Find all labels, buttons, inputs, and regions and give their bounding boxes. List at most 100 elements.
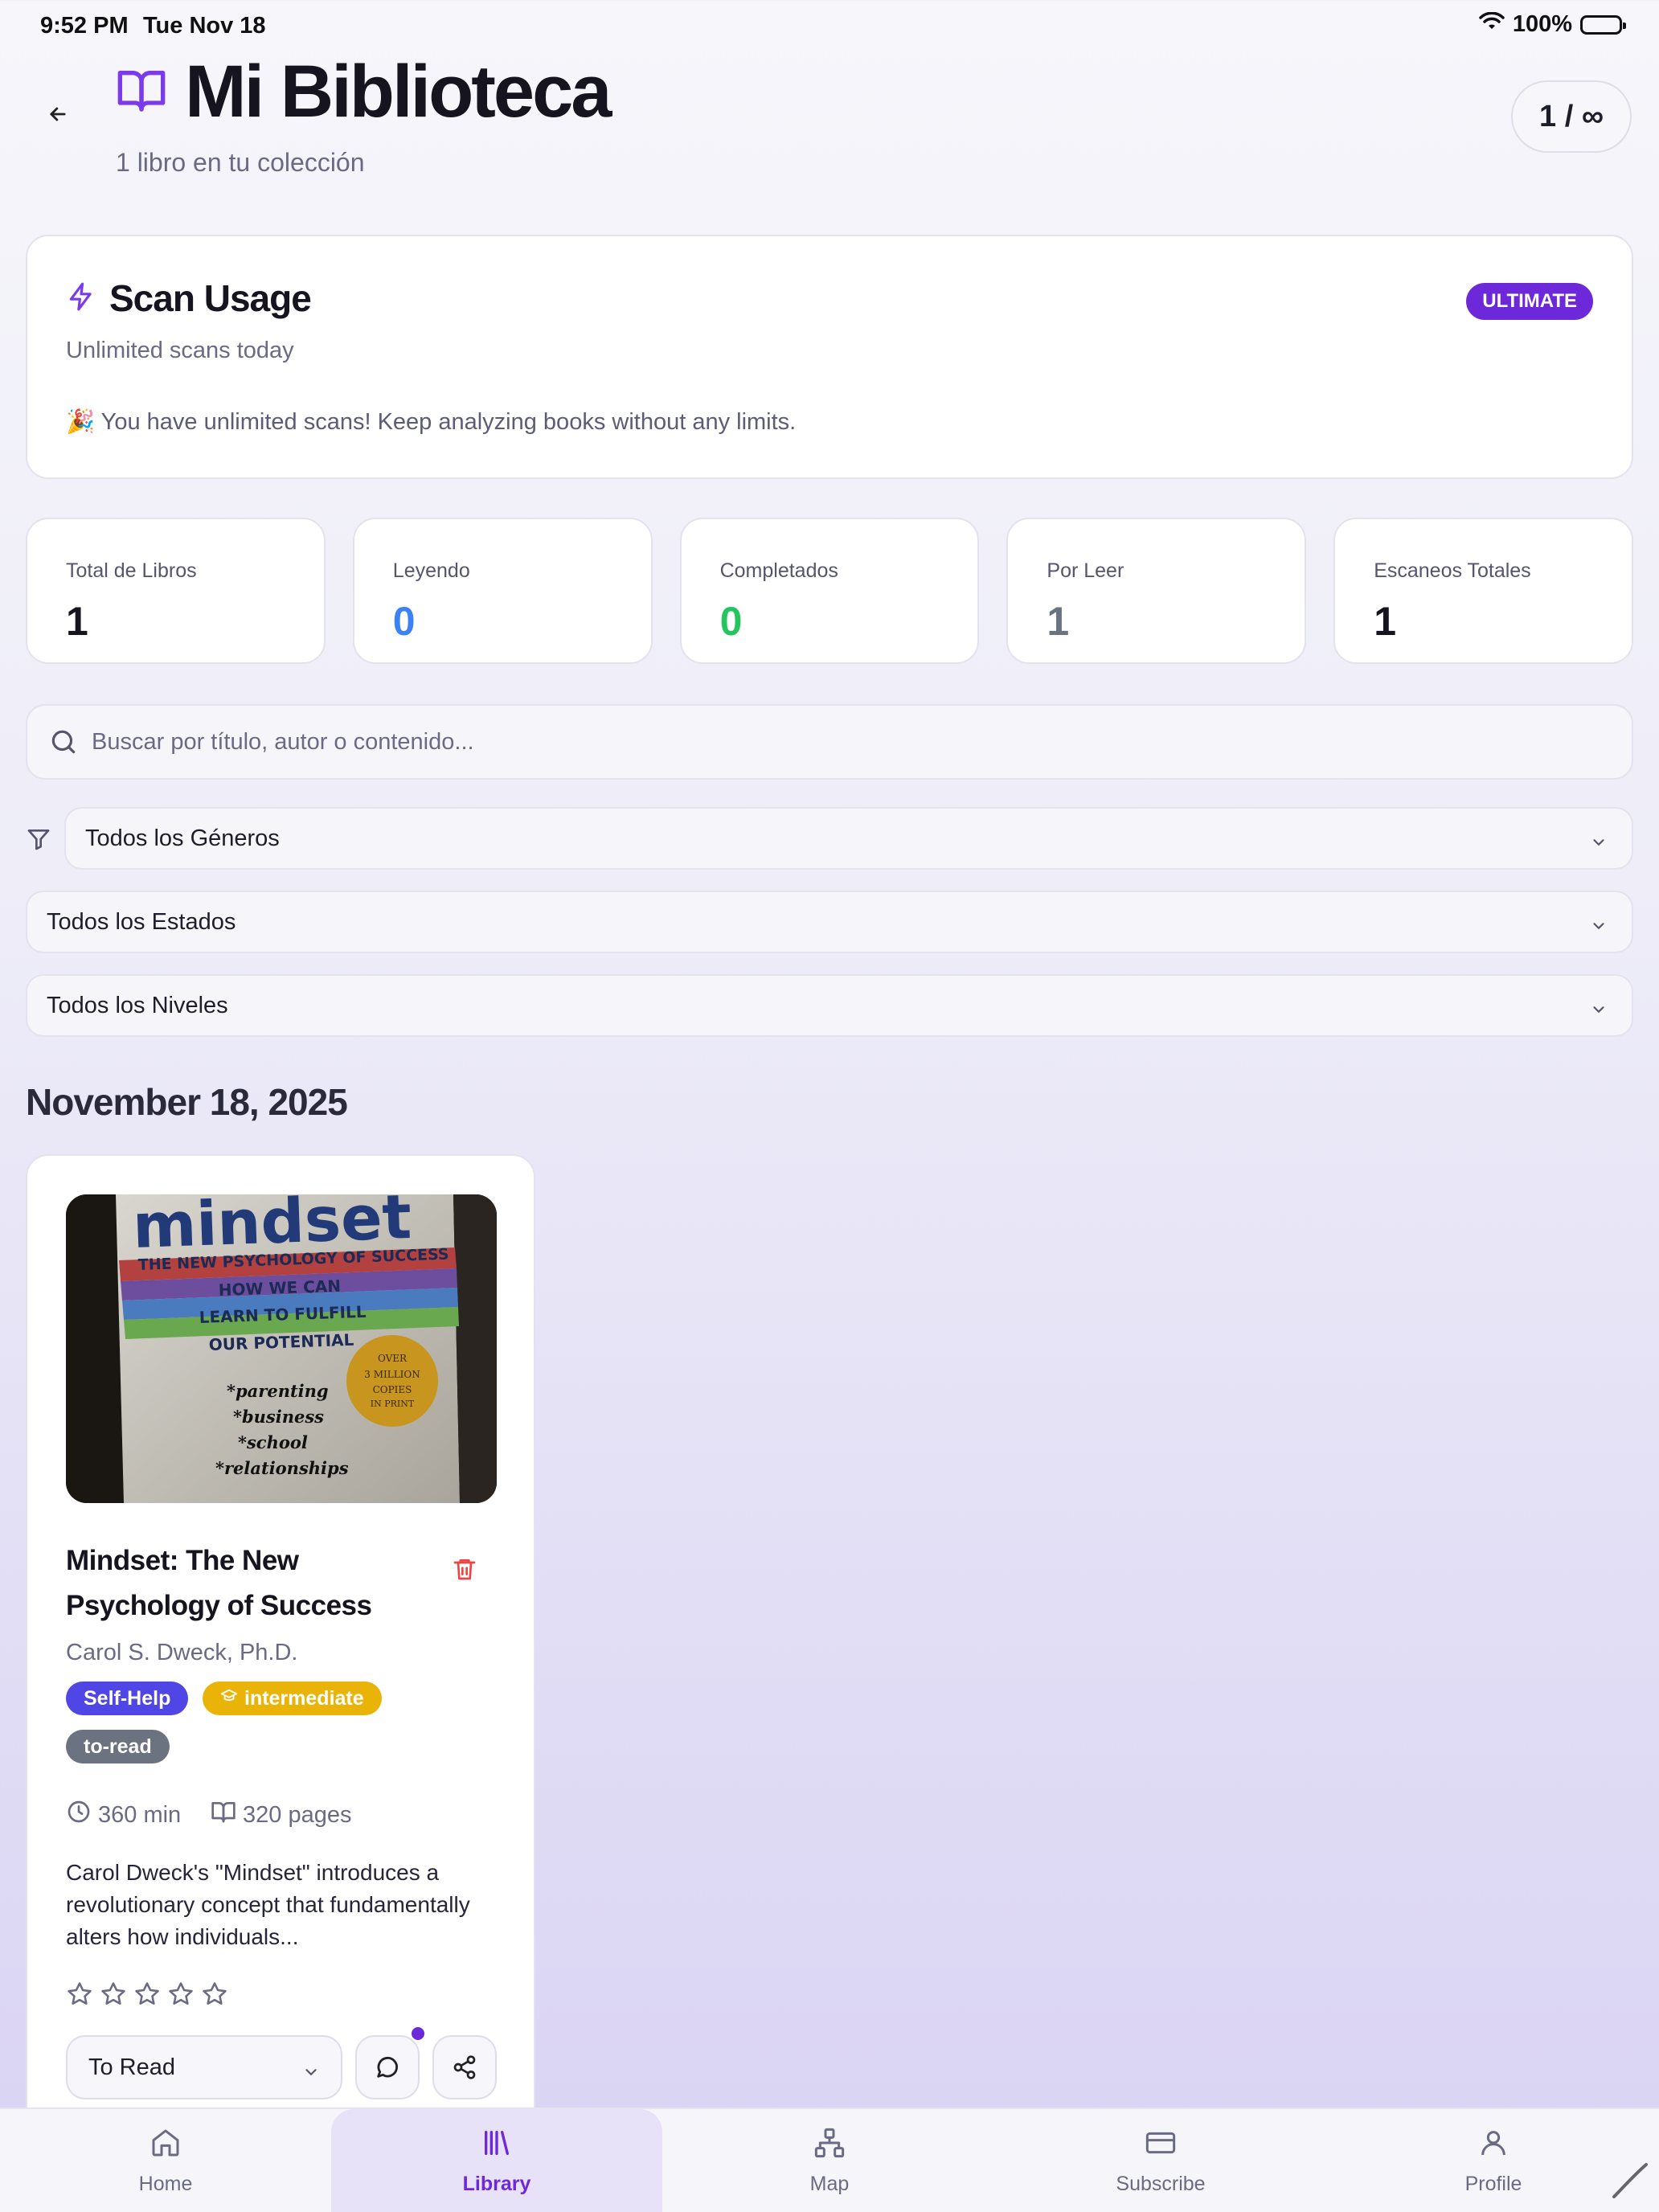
wifi-icon bbox=[1479, 11, 1505, 38]
stat-label: Escaneos Totales bbox=[1374, 559, 1531, 582]
book-cover-image[interactable]: mindset THE NEW PSYCHOLOGY OF SUCCESS HO… bbox=[66, 1194, 497, 1503]
reading-time: 360 min bbox=[66, 1799, 181, 1831]
star-icon[interactable] bbox=[133, 1981, 161, 2012]
trash-icon[interactable] bbox=[452, 1556, 477, 1586]
reading-status-select[interactable]: To Read bbox=[66, 2035, 342, 2099]
page-count: 320 pages bbox=[211, 1799, 351, 1831]
tab-subscribe[interactable]: Subscribe bbox=[995, 2109, 1326, 2212]
level-filter-value: Todos los Niveles bbox=[47, 992, 228, 1018]
tab-label: Home bbox=[138, 2173, 193, 2195]
level-tag: intermediate bbox=[203, 1682, 382, 1715]
library-icon bbox=[481, 2127, 513, 2165]
book-title[interactable]: Mindset: The New Psychology of Success bbox=[66, 1538, 436, 1628]
cover-seal-1: OVER bbox=[378, 1353, 408, 1364]
search-bar bbox=[26, 704, 1633, 780]
genre-select[interactable]: Todos los Géneros bbox=[64, 807, 1633, 870]
cover-seal-4: IN PRINT bbox=[371, 1399, 415, 1409]
tab-label: Profile bbox=[1464, 2173, 1522, 2195]
clock-icon bbox=[66, 1799, 92, 1831]
stats-row: Total de Libros 1 Leyendo 0 Completados … bbox=[26, 518, 1633, 664]
stat-to-read: Por Leer 1 bbox=[1006, 518, 1307, 664]
arrow-left-icon bbox=[50, 107, 66, 121]
chevron-down-icon bbox=[1590, 915, 1608, 941]
cover-bullet-1: *parenting bbox=[227, 1381, 329, 1401]
share-icon bbox=[453, 2055, 476, 2079]
search-input[interactable] bbox=[92, 706, 1603, 778]
pencil-icon bbox=[1609, 2158, 1651, 2204]
tab-label: Library bbox=[462, 2173, 531, 2195]
scan-usage-card: Scan Usage Unlimited scans today 🎉 You h… bbox=[26, 235, 1633, 479]
status-date: Tue Nov 18 bbox=[143, 13, 266, 39]
book-card[interactable]: mindset THE NEW PSYCHOLOGY OF SUCCESS HO… bbox=[26, 1154, 535, 2212]
share-button[interactable] bbox=[432, 2035, 497, 2099]
filter-icon bbox=[26, 826, 51, 856]
status-tag-label: to-read bbox=[84, 1735, 152, 1758]
cover-seal-2: 3 MILLION bbox=[364, 1369, 420, 1380]
map-icon bbox=[813, 2127, 846, 2165]
reading-status-value: To Read bbox=[88, 2054, 176, 2080]
chevron-down-icon bbox=[302, 2061, 320, 2087]
plan-badge: ULTIMATE bbox=[1466, 283, 1593, 320]
stat-value: 0 bbox=[719, 599, 743, 644]
stat-total-scans: Escaneos Totales 1 bbox=[1333, 518, 1633, 664]
reading-time-value: 360 min bbox=[98, 1801, 182, 1828]
home-icon bbox=[150, 2127, 182, 2165]
status-bar: 9:52 PM Tue Nov 18 100% bbox=[0, 0, 1659, 51]
star-icon[interactable] bbox=[100, 1981, 127, 2012]
cover-seal-3: COPIES bbox=[373, 1384, 412, 1395]
tab-home[interactable]: Home bbox=[0, 2109, 331, 2212]
header-title-row: Mi Biblioteca bbox=[116, 50, 612, 134]
star-icon[interactable] bbox=[201, 1981, 228, 2012]
tab-map[interactable]: Map bbox=[664, 2109, 995, 2212]
tab-library[interactable]: Library bbox=[331, 2109, 662, 2212]
stat-label: Leyendo bbox=[392, 559, 470, 582]
page-subtitle: 1 libro en tu colección bbox=[116, 148, 365, 177]
stat-value: 1 bbox=[1047, 599, 1070, 644]
stat-label: Completados bbox=[719, 559, 838, 582]
tab-label: Subscribe bbox=[1116, 2173, 1206, 2195]
star-icon[interactable] bbox=[167, 1981, 195, 2012]
scan-usage-subtitle: Unlimited scans today bbox=[66, 338, 294, 363]
genre-tag: Self-Help bbox=[66, 1682, 189, 1715]
stat-reading: Leyendo 0 bbox=[352, 518, 653, 664]
notification-dot bbox=[412, 2027, 424, 2040]
genre-tag-label: Self-Help bbox=[84, 1686, 171, 1710]
stat-value: 1 bbox=[1374, 599, 1396, 644]
genre-select-value: Todos los Géneros bbox=[85, 825, 280, 851]
cover-bullet-3: *school bbox=[238, 1432, 308, 1452]
stat-label: Por Leer bbox=[1047, 559, 1124, 582]
stat-completed: Completados 0 bbox=[679, 518, 980, 664]
book-open-icon bbox=[116, 64, 167, 120]
scan-counter-pill[interactable]: 1 / ∞ bbox=[1511, 80, 1632, 153]
book-description: Carol Dweck's "Mindset" introduces a rev… bbox=[66, 1860, 470, 1949]
stat-value: 1 bbox=[66, 599, 88, 644]
search-icon bbox=[48, 727, 79, 761]
page-count-value: 320 pages bbox=[243, 1801, 352, 1828]
cover-bullet-2: *business bbox=[233, 1407, 324, 1427]
book-author: Carol S. Dweck, Ph.D. bbox=[66, 1640, 298, 1665]
battery-icon bbox=[1580, 14, 1626, 35]
level-filter-select[interactable]: Todos los Niveles bbox=[26, 974, 1633, 1037]
status-filter-select[interactable]: Todos los Estados bbox=[26, 891, 1633, 953]
back-button[interactable] bbox=[40, 96, 76, 132]
star-rating[interactable] bbox=[66, 1981, 228, 2012]
battery-percent: 100% bbox=[1512, 11, 1572, 37]
tab-label: Map bbox=[809, 2173, 850, 2195]
status-filter-value: Todos los Estados bbox=[47, 908, 236, 935]
chevron-down-icon bbox=[1590, 831, 1608, 858]
status-right: 100% bbox=[1479, 11, 1626, 38]
scan-usage-header: Scan Usage bbox=[66, 276, 312, 320]
card-icon bbox=[1145, 2127, 1177, 2165]
star-icon[interactable] bbox=[66, 1981, 93, 2012]
date-group-heading: November 18, 2025 bbox=[26, 1081, 348, 1123]
scan-usage-title: Scan Usage bbox=[109, 277, 312, 319]
stat-value: 0 bbox=[392, 599, 416, 644]
level-tag-label: intermediate bbox=[244, 1686, 364, 1710]
status-tag: to-read bbox=[66, 1730, 170, 1763]
page-title: Mi Biblioteca bbox=[185, 51, 612, 133]
cover-bullet-4: *relationships bbox=[215, 1458, 349, 1478]
bottom-tab-bar: Home Library Map Subscribe Profile bbox=[0, 2108, 1659, 2212]
chat-button[interactable] bbox=[355, 2035, 420, 2099]
chevron-down-icon bbox=[1590, 998, 1608, 1025]
scan-usage-message: 🎉 You have unlimited scans! Keep analyzi… bbox=[66, 409, 797, 435]
